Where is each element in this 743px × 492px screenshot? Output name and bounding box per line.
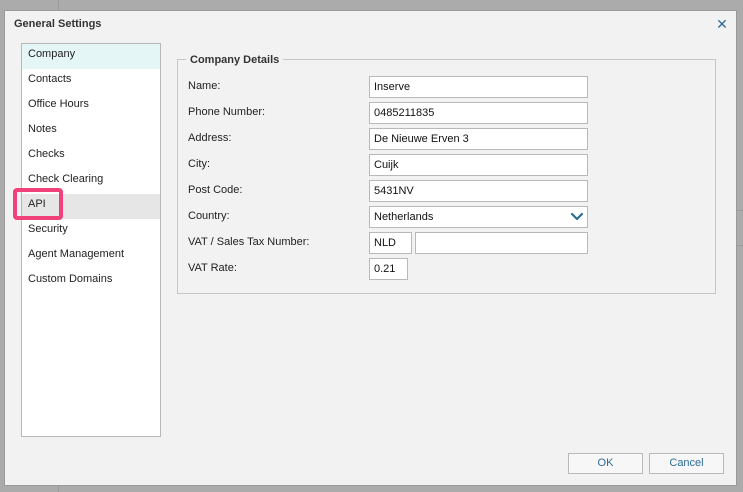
sidebar-item-label: Custom Domains: [28, 273, 113, 285]
settings-sidebar: Company Contacts Office Hours Notes Chec…: [21, 43, 161, 437]
sidebar-item-label: Contacts: [28, 73, 72, 85]
sidebar-item-label: Agent Management: [28, 248, 125, 260]
address-label: Address:: [188, 132, 232, 144]
api-highlight-box: [13, 188, 63, 220]
sidebar-item-contacts[interactable]: Contacts: [22, 69, 160, 94]
sidebar-item-security[interactable]: Security: [22, 219, 160, 244]
name-input[interactable]: [369, 76, 588, 98]
close-icon[interactable]: ✕: [715, 17, 729, 31]
group-legend: Company Details: [186, 54, 284, 66]
background-divider: [736, 210, 743, 211]
background-divider: [736, 245, 743, 246]
post-code-input[interactable]: [369, 180, 588, 202]
general-settings-dialog: General Settings ✕ Company Contacts Offi…: [4, 10, 737, 486]
company-details-group: Company Details Name: Phone Number: Addr…: [177, 54, 716, 294]
chevron-down-icon: [570, 212, 584, 221]
vat-rate-input[interactable]: [369, 258, 408, 280]
sidebar-item-label: Security: [28, 223, 68, 235]
sidebar-item-label: Office Hours: [28, 98, 89, 110]
dialog-title: General Settings: [14, 18, 102, 30]
country-label: Country:: [188, 210, 230, 222]
sidebar-item-custom-domains[interactable]: Custom Domains: [22, 269, 160, 294]
address-input[interactable]: [369, 128, 588, 150]
sidebar-item-label: Company: [28, 48, 76, 60]
phone-label: Phone Number:: [188, 106, 266, 118]
city-label: City:: [188, 158, 210, 170]
vat-number-label: VAT / Sales Tax Number:: [188, 236, 310, 248]
vat-rate-label: VAT Rate:: [188, 262, 237, 274]
post-code-label: Post Code:: [188, 184, 243, 196]
sidebar-item-checks[interactable]: Checks: [22, 144, 160, 169]
city-input[interactable]: [369, 154, 588, 176]
sidebar-item-notes[interactable]: Notes: [22, 119, 160, 144]
vat-number-input[interactable]: [415, 232, 588, 254]
cancel-button[interactable]: Cancel: [649, 453, 724, 474]
sidebar-item-label: Check Clearing: [28, 173, 104, 185]
ok-button[interactable]: OK: [568, 453, 643, 474]
sidebar-item-label: Checks: [28, 148, 65, 160]
name-label: Name:: [188, 80, 221, 92]
phone-input[interactable]: [369, 102, 588, 124]
sidebar-item-company[interactable]: Company: [22, 44, 160, 69]
sidebar-item-label: Notes: [28, 123, 57, 135]
dialog-titlebar: General Settings ✕: [5, 11, 736, 39]
sidebar-item-office-hours[interactable]: Office Hours: [22, 94, 160, 119]
country-value: Netherlands: [374, 211, 434, 223]
vat-prefix-input[interactable]: [369, 232, 412, 254]
country-select[interactable]: Netherlands: [369, 206, 588, 228]
sidebar-item-agent-management[interactable]: Agent Management: [22, 244, 160, 269]
